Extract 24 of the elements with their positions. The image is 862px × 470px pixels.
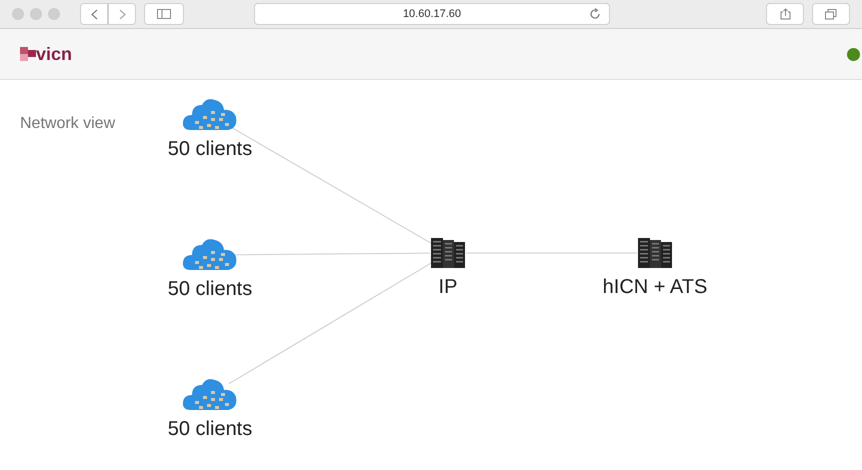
share-icon xyxy=(780,8,790,20)
forward-button[interactable] xyxy=(108,3,136,25)
view-title: Network view xyxy=(20,114,116,134)
address-field[interactable]: 10.60.17.60 xyxy=(254,3,610,25)
reload-icon[interactable] xyxy=(589,8,601,20)
window-control-icon[interactable] xyxy=(12,8,24,20)
url-text: 10.60.17.60 xyxy=(402,6,462,22)
app-logo[interactable]: vicn xyxy=(36,45,72,63)
sidebar-icon xyxy=(157,9,171,19)
server-icon xyxy=(430,236,466,270)
tabs-icon xyxy=(825,8,837,20)
share-button[interactable] xyxy=(766,3,804,25)
node-label: 50 clients xyxy=(168,277,252,302)
node-label: 50 clients xyxy=(168,137,252,162)
sidebar-button[interactable] xyxy=(144,3,184,25)
window-control-icon[interactable] xyxy=(30,8,42,20)
window-control-icon[interactable] xyxy=(48,8,60,20)
node-label: 50 clients xyxy=(168,417,252,442)
tabs-button[interactable] xyxy=(812,3,850,25)
back-button[interactable] xyxy=(80,3,108,25)
node-label: IP xyxy=(438,275,458,300)
server-icon xyxy=(637,236,673,270)
node-label: hICN + ATS xyxy=(602,275,708,300)
logo-icon xyxy=(20,47,36,61)
